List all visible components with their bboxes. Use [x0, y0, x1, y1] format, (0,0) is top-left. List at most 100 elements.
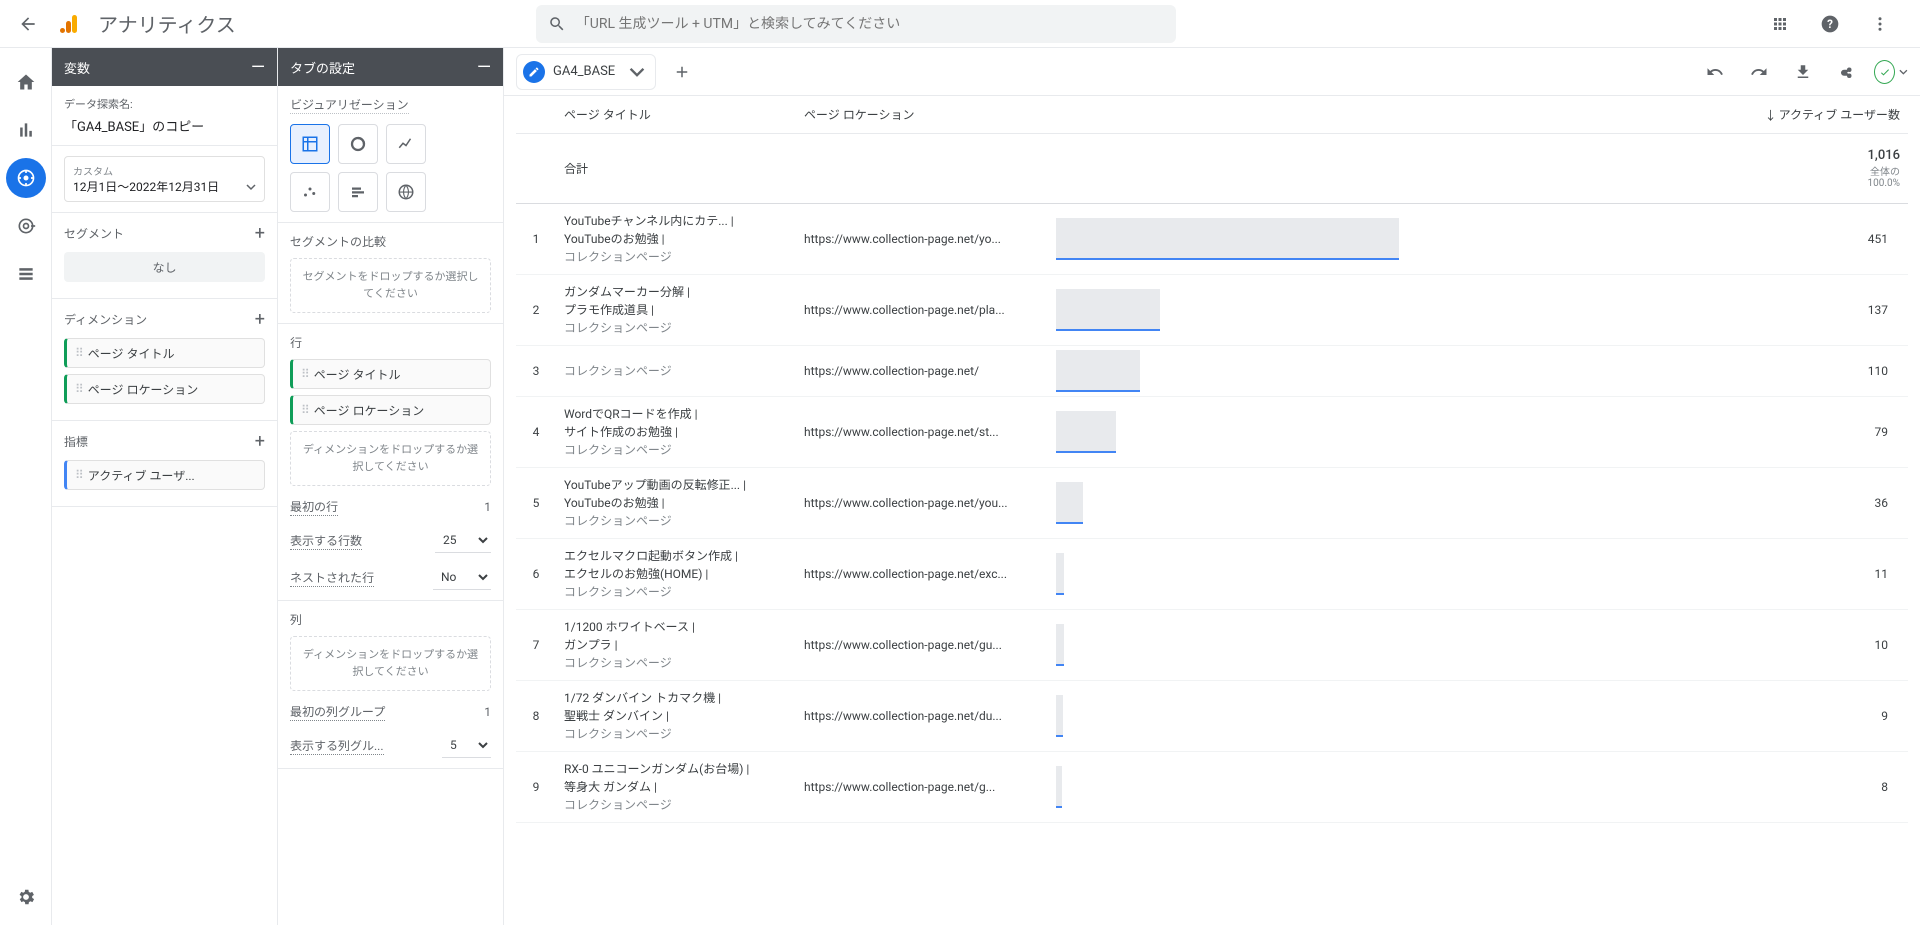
- nav-explore[interactable]: [6, 158, 46, 198]
- table-row[interactable]: 81/72 ダンバイン トカマク機 | 聖戦士 ダンバイン | コレクションペー…: [516, 681, 1908, 752]
- download-button[interactable]: [1786, 55, 1820, 89]
- table-row[interactable]: 3コレクションページhttps://www.collection-page.ne…: [516, 346, 1908, 397]
- table-row[interactable]: 4WordでQRコードを作成 | サイト作成のお勉強 | コレクションページht…: [516, 397, 1908, 468]
- page-title-cell: 1/72 ダンバイン トカマク機 | 聖戦士 ダンバイン | コレクションページ: [556, 681, 796, 752]
- seg-compare-label: セグメントの比較: [290, 233, 386, 250]
- nav-configure[interactable]: [6, 254, 46, 294]
- page-title-cell: YouTubeチャンネル内にカテ... | YouTubeのお勉強 | コレクシ…: [556, 204, 796, 275]
- viz-donut-button[interactable]: [338, 124, 378, 164]
- page-location-cell: https://www.collection-page.net/du...: [796, 681, 1056, 752]
- value-cell: 36: [1828, 468, 1908, 539]
- viz-scatter-button[interactable]: [290, 172, 330, 212]
- viz-bar-button[interactable]: [338, 172, 378, 212]
- tab-settings-panel: タブの設定 — ビジュアリゼーション セグメントの比較 セグメントをドロップする…: [278, 48, 504, 925]
- more-icon[interactable]: [1862, 6, 1898, 42]
- row-dim-chip[interactable]: ⠿ページ ロケーション: [290, 395, 491, 425]
- show-rows-select[interactable]: 25: [435, 528, 491, 553]
- viz-table-button[interactable]: [290, 124, 330, 164]
- page-location-cell: https://www.collection-page.net/you...: [796, 468, 1056, 539]
- value-cell: 9: [1828, 681, 1908, 752]
- app-title: アナリティクス: [98, 9, 236, 38]
- rows-drop-zone[interactable]: ディメンションをドロップするか選択してください: [290, 431, 491, 486]
- page-title-cell: YouTubeアップ動画の反転修正... | YouTubeのお勉強 | コレク…: [556, 468, 796, 539]
- date-range-picker[interactable]: カスタム 12月1日～2022年12月31日: [64, 156, 265, 202]
- nav-advertising[interactable]: [6, 206, 46, 246]
- add-segment-button[interactable]: +: [255, 223, 265, 244]
- page-location-cell: https://www.collection-page.net/gu...: [796, 610, 1056, 681]
- chevron-down-icon: [1899, 67, 1908, 77]
- viz-line-button[interactable]: [386, 124, 426, 164]
- settings-header: タブの設定 —: [278, 48, 503, 86]
- add-dimension-button[interactable]: +: [255, 309, 265, 330]
- page-location-cell: https://www.collection-page.net/st...: [796, 397, 1056, 468]
- value-cell: 79: [1828, 397, 1908, 468]
- value-cell: 137: [1828, 275, 1908, 346]
- page-location-cell: https://www.collection-page.net/exc...: [796, 539, 1056, 610]
- total-label: 合計: [556, 134, 796, 204]
- col-page-location[interactable]: ページ ロケーション: [796, 96, 1056, 134]
- value-cell: 10: [1828, 610, 1908, 681]
- report-tab[interactable]: GA4_BASE: [516, 54, 656, 90]
- table-row[interactable]: 9RX-0 ユニコーンガンダム(お台場) | 等身大 ガンダム | コレクション…: [516, 752, 1908, 823]
- redo-button[interactable]: [1742, 55, 1776, 89]
- viz-label: ビジュアリゼーション: [290, 98, 409, 112]
- status-dropdown[interactable]: [1874, 55, 1908, 89]
- apps-icon[interactable]: [1762, 6, 1798, 42]
- show-col-groups-select[interactable]: 5: [442, 733, 491, 758]
- segment-none: なし: [64, 252, 265, 282]
- bar-cell: [1056, 468, 1828, 539]
- nav-admin[interactable]: [6, 877, 46, 917]
- bar-cell: [1056, 681, 1828, 752]
- cols-drop-zone[interactable]: ディメンションをドロップするか選択してください: [290, 636, 491, 691]
- bar-cell: [1056, 397, 1828, 468]
- help-icon[interactable]: ?: [1812, 6, 1848, 42]
- metric-chip[interactable]: ⠿アクティブ ユーザ...: [64, 460, 265, 490]
- table-row[interactable]: 5YouTubeアップ動画の反転修正... | YouTubeのお勉強 | コレ…: [516, 468, 1908, 539]
- table-row[interactable]: 6エクセルマクロ起動ボタン作成 | エクセルのお勉強(HOME) | コレクショ…: [516, 539, 1908, 610]
- table-row[interactable]: 71/1200 ホワイトベース | ガンプラ | コレクションページhttps:…: [516, 610, 1908, 681]
- page-title-cell: コレクションページ: [556, 346, 796, 397]
- value-cell: 11: [1828, 539, 1908, 610]
- col-page-title[interactable]: ページ タイトル: [556, 96, 796, 134]
- left-nav-rail: [0, 48, 52, 925]
- variables-header: 変数 —: [52, 48, 277, 86]
- start-row-input[interactable]: 1: [484, 500, 491, 514]
- page-location-cell: https://www.collection-page.net/pla...: [796, 275, 1056, 346]
- nav-home[interactable]: [6, 62, 46, 102]
- viz-geo-button[interactable]: [386, 172, 426, 212]
- table-row[interactable]: 1YouTubeチャンネル内にカテ... | YouTubeのお勉強 | コレク…: [516, 204, 1908, 275]
- share-button[interactable]: [1830, 55, 1864, 89]
- value-cell: 451: [1828, 204, 1908, 275]
- rows-label: 行: [290, 334, 302, 351]
- segment-drop-zone[interactable]: セグメントをドロップするか選択してください: [290, 258, 491, 313]
- col-active-users[interactable]: ↓アクティブ ユーザー数: [1056, 96, 1908, 134]
- add-metric-button[interactable]: +: [255, 431, 265, 452]
- dimension-chip[interactable]: ⠿ページ タイトル: [64, 338, 265, 368]
- page-title-cell: RX-0 ユニコーンガンダム(お台場) | 等身大 ガンダム | コレクションペ…: [556, 752, 796, 823]
- bar-cell: [1056, 346, 1828, 397]
- page-title-cell: エクセルマクロ起動ボタン作成 | エクセルのお勉強(HOME) | コレクション…: [556, 539, 796, 610]
- collapse-settings-button[interactable]: —: [477, 57, 491, 78]
- search-input[interactable]: [576, 16, 1164, 32]
- chevron-down-icon: [246, 182, 256, 192]
- nested-rows-select[interactable]: No: [433, 565, 491, 590]
- table-row[interactable]: 2ガンダムマーカー分解 | プラモ作成道具 | コレクションページhttps:/…: [516, 275, 1908, 346]
- analytics-logo-icon: [56, 10, 84, 38]
- start-col-group-input[interactable]: 1: [484, 705, 491, 719]
- dimension-chip[interactable]: ⠿ページ ロケーション: [64, 374, 265, 404]
- exploration-name[interactable]: 「GA4_BASE」のコピー: [64, 116, 265, 135]
- search-bar[interactable]: [536, 5, 1176, 43]
- page-location-cell: https://www.collection-page.net/yo...: [796, 204, 1056, 275]
- row-dim-chip[interactable]: ⠿ページ タイトル: [290, 359, 491, 389]
- page-title-cell: 1/1200 ホワイトベース | ガンプラ | コレクションページ: [556, 610, 796, 681]
- add-tab-button[interactable]: [664, 54, 700, 90]
- cols-label: 列: [290, 611, 302, 628]
- back-button[interactable]: [8, 4, 48, 44]
- search-icon: [548, 15, 566, 33]
- undo-button[interactable]: [1698, 55, 1732, 89]
- collapse-variables-button[interactable]: —: [251, 57, 265, 78]
- check-circle-icon: [1874, 60, 1895, 84]
- data-table: ページ タイトル ページ ロケーション ↓アクティブ ユーザー数 合計 1,01…: [516, 96, 1908, 823]
- nav-reports[interactable]: [6, 110, 46, 150]
- exploration-name-label: データ探索名:: [64, 96, 265, 112]
